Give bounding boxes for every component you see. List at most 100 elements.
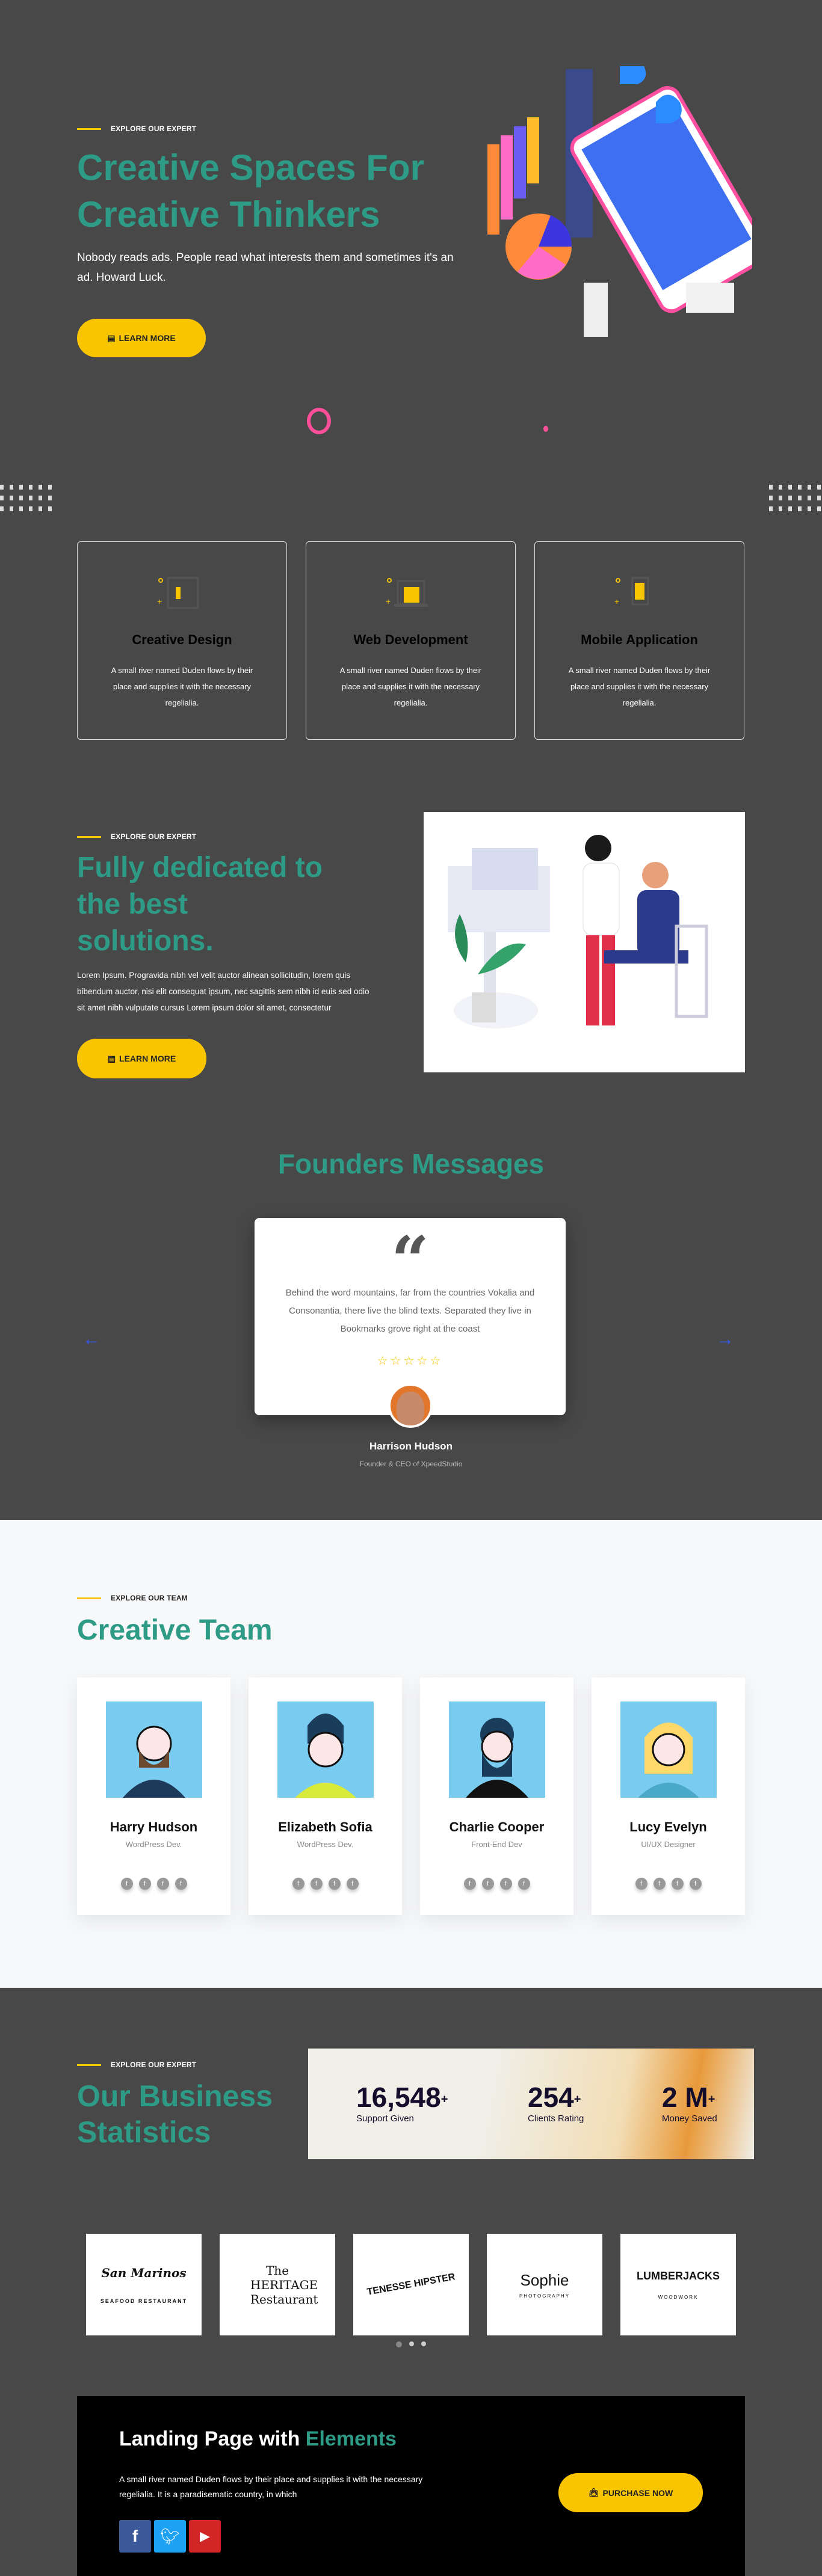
stats-title-line1: Our Business — [77, 2079, 273, 2113]
client-logo-lumberjacks[interactable]: LUMBERJACKS WOODWORK — [620, 2234, 736, 2335]
facebook-icon[interactable]: f — [346, 1878, 359, 1890]
book-icon: ▤ — [107, 333, 116, 343]
mobile-icon: + — [614, 577, 649, 606]
stat-label: Support Given — [356, 2113, 414, 2124]
logo-text: The HERITAGE Restaurant — [250, 2263, 318, 2307]
stat-label: Money Saved — [662, 2113, 717, 2124]
eyebrow-text: Explore Our Team — [111, 1594, 188, 1602]
star-rating: ☆☆☆☆☆ — [377, 1354, 443, 1368]
client-logo-tenesse-hipster[interactable]: TENESSE HIPSTER — [353, 2234, 469, 2335]
stat-suffix: + — [573, 2092, 581, 2106]
client-logo-san-marinos[interactable]: San Marinos SEAFOOD RESTAURANT — [86, 2234, 202, 2335]
dedicated-eyebrow: Explore Our Expert — [77, 832, 196, 841]
facebook-icon[interactable]: f — [175, 1878, 187, 1890]
member-name: Lucy Evelyn — [629, 1819, 707, 1834]
member-avatar — [106, 1701, 202, 1798]
member-role: WordPress Dev. — [125, 1840, 182, 1849]
carousel-dot[interactable] — [421, 2341, 426, 2346]
twitter-icon[interactable]: 🐦︎ — [154, 2520, 186, 2553]
shopping-bag-icon: 👜︎ — [588, 2488, 599, 2497]
stat-money-saved: 2 M+ Money Saved — [662, 2081, 717, 2124]
hero-text: Nobody reads ads. People read what inter… — [77, 251, 454, 284]
stat-value: 16,548 — [356, 2082, 441, 2113]
hero-title-line2: Creative Thinkers — [77, 194, 380, 235]
hero-illustration — [487, 66, 752, 337]
svg-text:+: + — [614, 597, 619, 606]
hero-title-line1: Creative Spaces For — [77, 147, 424, 188]
team-card: Lucy Evelyn UI/UX Designer f f f f — [592, 1677, 745, 1915]
team-eyebrow: Explore Our Team — [77, 1594, 188, 1602]
prev-arrow-button[interactable]: ← — [82, 1329, 100, 1350]
carousel-dot-active[interactable] — [396, 2341, 402, 2347]
facebook-icon[interactable]: f — [120, 1878, 133, 1890]
service-text: A small river named Duden flows by their… — [111, 666, 253, 707]
stat-value: 2 M — [662, 2082, 708, 2113]
logo-subtext: WOODWORK — [658, 2294, 699, 2300]
facebook-icon[interactable]: f — [499, 1878, 512, 1890]
stat-suffix: + — [440, 2092, 448, 2106]
button-label: PURCHASE NOW — [602, 2488, 673, 2498]
team-title: Creative Team — [77, 1614, 273, 1646]
dedicated-learn-more-button[interactable]: ▤ LEARN MORE — [77, 1039, 206, 1078]
cta-title-text: Landing Page with — [119, 2427, 306, 2450]
team-card: Charlie Cooper Front-End Dev f f f f — [420, 1677, 573, 1915]
facebook-icon[interactable]: f — [138, 1878, 151, 1890]
member-name: Charlie Cooper — [449, 1819, 545, 1834]
facebook-icon[interactable]: f — [463, 1878, 476, 1890]
member-name: Harry Hudson — [110, 1819, 198, 1834]
svg-text:+: + — [386, 597, 391, 606]
youtube-icon[interactable]: ▶ — [189, 2520, 221, 2553]
team-card: Harry Hudson WordPress Dev. f f f f — [77, 1677, 230, 1915]
facebook-icon[interactable]: f — [310, 1878, 323, 1890]
dedicated-text: Lorem Ipsum. Progravida nibh vel velit a… — [77, 971, 369, 1012]
social-links: f 🐦︎ ▶ — [119, 2520, 221, 2553]
stats-eyebrow: Explore Our Expert — [77, 2061, 196, 2069]
facebook-icon[interactable]: f — [518, 1878, 530, 1890]
laptop-icon: + — [386, 578, 428, 607]
dots-pattern-right — [769, 485, 821, 511]
dedicated-illustration — [424, 812, 745, 1072]
hero-title: Creative Spaces For Creative Thinkers — [77, 144, 424, 238]
member-avatar — [620, 1701, 717, 1798]
logo-text: TENESSE HIPSTER — [366, 2271, 456, 2298]
facebook-icon[interactable]: f — [653, 1878, 666, 1890]
facebook-icon[interactable]: f — [328, 1878, 341, 1890]
founder-role: Founder & CEO of XpeedStudio — [359, 1460, 463, 1468]
eyebrow-text: Explore Our Expert — [111, 124, 197, 133]
facebook-icon[interactable]: f — [635, 1878, 647, 1890]
stat-label: Clients Rating — [528, 2113, 584, 2124]
hero-learn-more-button[interactable]: ▤ LEARN MORE — [77, 319, 206, 357]
logo-subtext: SEAFOOD RESTAURANT — [100, 2298, 188, 2304]
facebook-icon[interactable]: f — [689, 1878, 702, 1890]
facebook-icon[interactable]: f — [481, 1878, 494, 1890]
founder-name: Harrison Hudson — [369, 1440, 453, 1452]
founder-avatar — [388, 1383, 433, 1428]
service-card-mobile-application: + Mobile Application A small river named … — [534, 541, 744, 740]
member-role: Front-End Dev — [471, 1840, 522, 1849]
service-title: Creative Design — [132, 632, 232, 647]
service-title: Mobile Application — [581, 632, 698, 647]
member-role: UI/UX Designer — [641, 1840, 696, 1849]
decor-dot — [543, 426, 548, 432]
service-card-creative-design: + Creative Design A small river named Dud… — [77, 541, 287, 740]
member-role: WordPress Dev. — [297, 1840, 354, 1849]
client-logo-sophie[interactable]: Sophie PHOTOGRAPHY — [487, 2234, 602, 2335]
carousel-dot[interactable] — [409, 2341, 414, 2346]
founders-title: Founders Messages — [277, 1148, 545, 1179]
service-title: Web Development — [353, 632, 468, 647]
facebook-icon[interactable]: f — [119, 2520, 151, 2553]
logo-text: Sophie — [520, 2270, 569, 2289]
facebook-icon[interactable]: f — [156, 1878, 169, 1890]
next-arrow-button[interactable]: → — [716, 1329, 734, 1350]
team-card: Elizabeth Sofia WordPress Dev. f f f f — [249, 1677, 402, 1915]
logo-subtext: PHOTOGRAPHY — [519, 2293, 570, 2299]
logo-text: San Marinos — [101, 2265, 187, 2280]
stat-suffix: + — [708, 2092, 715, 2106]
facebook-icon[interactable]: f — [671, 1878, 684, 1890]
purchase-now-button[interactable]: 👜︎ PURCHASE NOW — [558, 2473, 703, 2512]
cta-title-accent: Elements — [305, 2427, 397, 2450]
facebook-icon[interactable]: f — [292, 1878, 304, 1890]
client-logo-heritage[interactable]: The HERITAGE Restaurant — [220, 2234, 335, 2335]
member-avatar — [449, 1701, 545, 1798]
service-card-web-development: + Web Development A small river named Dud… — [306, 541, 516, 740]
